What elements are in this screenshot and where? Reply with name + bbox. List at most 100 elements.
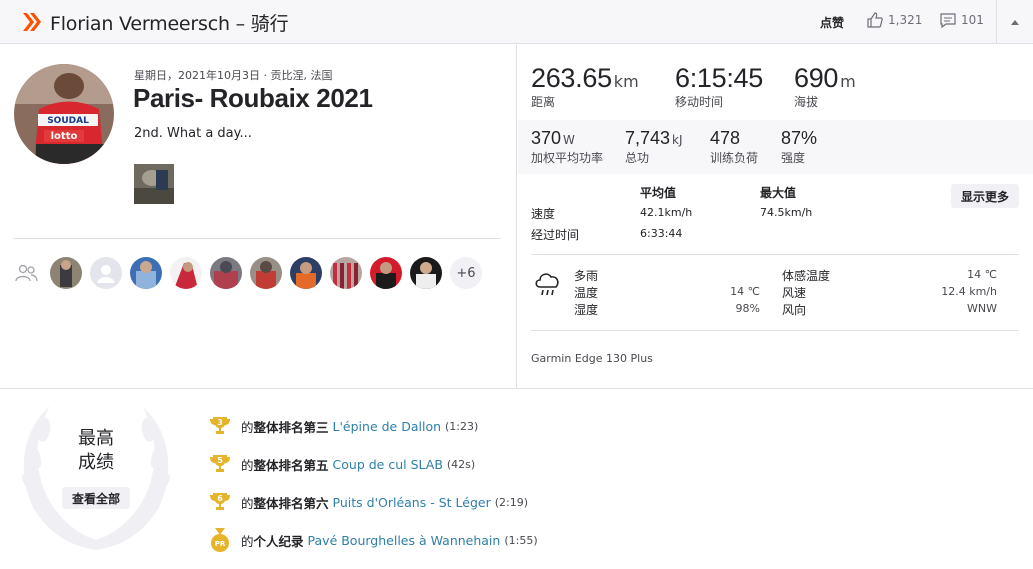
kudos-button[interactable]: 1,321 [866,11,922,29]
segment-link[interactable]: Puits d'Orléans - St Léger [333,495,491,510]
achievement-time: (1:55) [504,533,538,547]
feels-like-value: 14 ℃ [967,268,997,281]
athlete-avatar-4[interactable] [170,257,202,289]
distance-value: 263.65 [531,63,612,93]
activity-header: Florian Vermeersch – 骑行 点赞 1,321 101 [0,0,1033,44]
achievement-prefix: 的 [241,495,254,511]
divider [531,254,1019,255]
distance-unit: km [613,72,639,91]
achievement-rank: 个人纪录 [253,533,304,549]
row-elapsed-avg: 6:33:44 [640,227,683,240]
trophy-rank-badge: 3 [217,418,223,427]
best-efforts-title-line2: 成绩 [78,452,114,473]
achievement-rank: 整体排名第三 [253,419,329,435]
elevation-unit: m [840,72,856,91]
humidity-label: 湿度 [574,303,599,317]
secondary-stats: 370 W 加权平均功率 7,743 kJ 总功 478 训练负荷 87% 强度 [518,120,1033,174]
view-all-button[interactable]: 查看全部 [62,487,130,509]
athlete-avatar-1[interactable] [50,257,82,289]
distance-label: 距离 [531,95,556,109]
stat-training-load: 478 训练负荷 [710,128,758,166]
athlete-avatar-9[interactable] [370,257,402,289]
athlete-avatar-5[interactable] [210,257,242,289]
strava-chevrons-icon [23,13,41,31]
intensity-value: 87% [781,128,818,148]
col-header-max: 最大值 [760,186,797,200]
header-title: Florian Vermeersch – 骑行 [50,13,289,35]
caret-up-icon [1011,19,1019,25]
achievement-item: 6 的 整体排名第六 Puits d'Orléans - St Léger (2… [207,490,528,514]
weighted-power-label: 加权平均功率 [531,151,604,165]
row-speed-label: 速度 [531,207,556,221]
row-speed-max: 74.5km/h [760,206,813,219]
achievement-time: (42s) [446,457,476,471]
photo-image [134,164,174,204]
wind-direction-value: WNW [967,302,997,315]
segment-link[interactable]: Coup de cul SLAB [333,457,443,472]
athlete-avatar[interactable]: SOUDAL lotto [14,64,114,164]
kudos-count: 1,321 [888,13,923,27]
stat-distance: 263.65 km 距离 [531,63,639,110]
achievement-prefix: 的 [241,419,254,435]
stat-moving-time: 6:15:45 移动时间 [675,63,763,110]
col-header-avg: 平均值 [640,186,677,200]
activity-description: 2nd. What a day... [134,126,252,141]
moving-time-value: 6:15:45 [675,63,763,93]
divider [531,330,1019,331]
athlete-avatar-7[interactable] [290,257,322,289]
stat-weighted-power: 370 W 加权平均功率 [531,128,603,166]
total-work-unit: kJ [672,133,683,147]
trophy-rank-badge: 5 [217,456,223,465]
weighted-power-unit: W [563,133,575,147]
show-more-button[interactable]: 显示更多 [951,184,1019,208]
svg-text:lotto: lotto [51,131,78,142]
activity-stats: 263.65 km 距离 6:15:45 移动时间 690 m 海拔 370 W 加权… [518,45,1033,388]
total-work-value: 7,743 [625,128,671,148]
achievement-prefix: 的 [241,533,254,549]
humidity-value: 98% [735,302,760,315]
training-load-label: 训练负荷 [710,151,759,165]
comments-button[interactable]: 101 [939,11,984,29]
wind-speed-label: 风速 [782,286,807,300]
wind-direction-label: 风向 [782,303,807,317]
activity-title: Paris- Roubaix 2021 [133,83,373,113]
group-athletes-list: +6 [50,257,482,289]
photo-thumbnail[interactable] [134,164,174,204]
segment-link[interactable]: L'épine de Dallon [333,419,441,434]
pr-badge: PR [215,540,226,548]
trophy-icon: 5 [207,452,233,476]
wind-speed-value: 12.4 km/h [941,285,997,298]
more-athletes-button[interactable]: +6 [450,257,482,289]
activity-summary: SOUDAL lotto 星期日，2021年10月3日 · 贡比涅, 法国 Pa… [0,45,517,388]
total-work-label: 总功 [625,151,650,165]
comment-icon [940,13,956,29]
temperature-label: 温度 [574,286,599,300]
group-athletes-icon [15,264,38,282]
elevation-value: 690 [794,63,839,93]
row-elapsed-label: 经过时间 [531,228,580,242]
athlete-avatar-2[interactable] [90,257,122,289]
best-efforts-title: 最高 成绩 [60,427,132,475]
stat-elevation: 690 m 海拔 [794,63,856,110]
athlete-avatar-6[interactable] [250,257,282,289]
athlete-avatar-8[interactable] [330,257,362,289]
trophy-icon: 3 [207,414,233,438]
feels-like-label: 体感温度 [782,269,831,283]
divider [0,388,1033,389]
trophy-rank-badge: 6 [217,494,223,503]
stat-intensity: 87% 强度 [781,128,817,166]
moving-time-label: 移动时间 [675,95,724,109]
kudos-label[interactable]: 点赞 [820,14,844,31]
achievement-time: (1:23) [445,419,479,433]
training-load-value: 478 [710,128,741,148]
collapse-button[interactable] [996,0,1033,44]
best-efforts-title-line1: 最高 [78,428,114,449]
segment-link[interactable]: Pavé Bourghelles à Wannehain [308,533,501,548]
device-name: Garmin Edge 130 Plus [531,352,653,365]
athlete-avatar-3[interactable] [130,257,162,289]
cloud-rain-icon [535,273,559,296]
achievement-item: 5 的 整体排名第五 Coup de cul SLAB (42s) [207,452,475,476]
intensity-label: 强度 [781,151,806,165]
row-speed-avg: 42.1km/h [640,206,693,219]
athlete-avatar-10[interactable] [410,257,442,289]
